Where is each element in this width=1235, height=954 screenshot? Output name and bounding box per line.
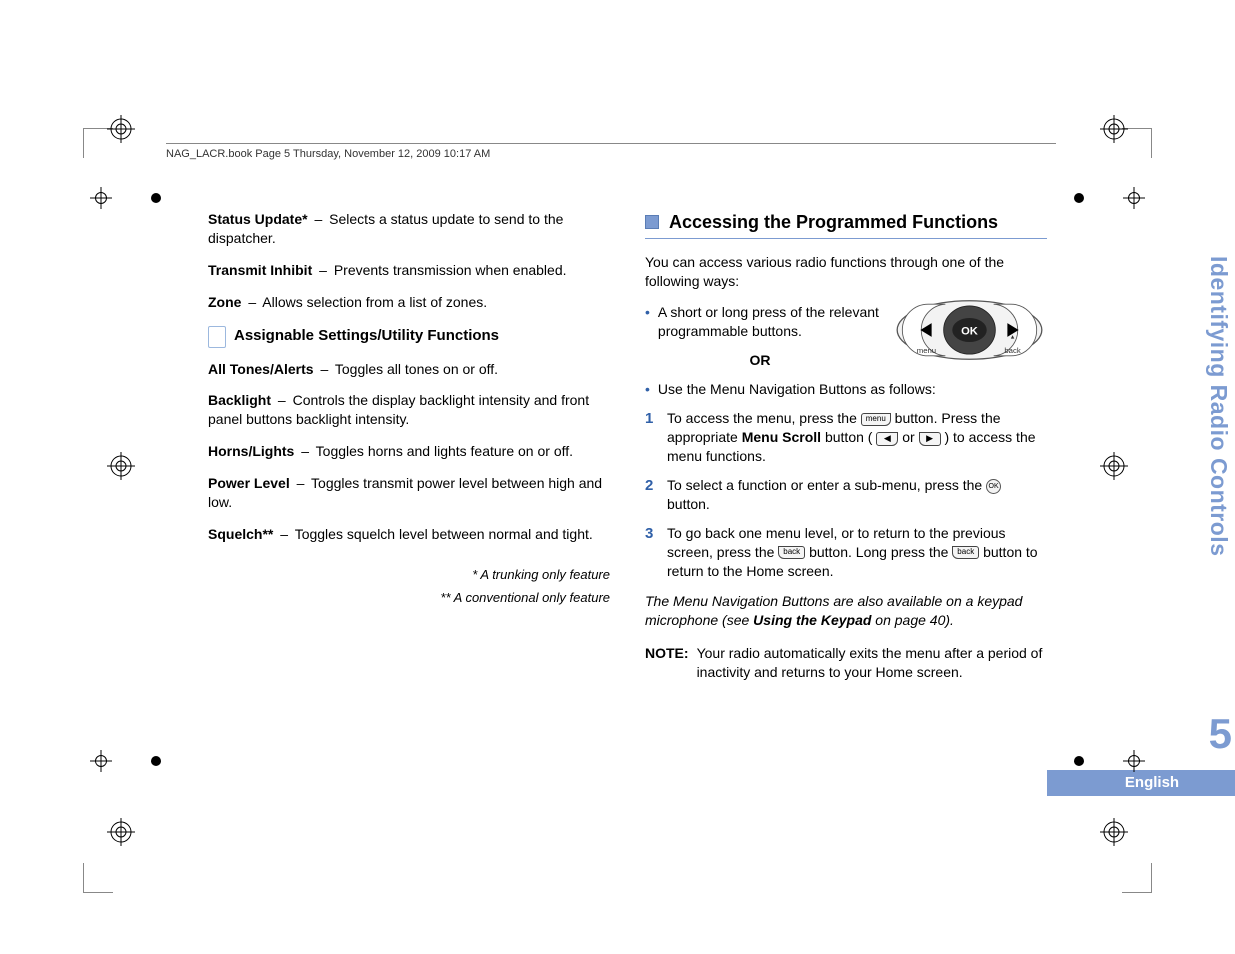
term: Zone: [208, 294, 241, 310]
back-button-icon: back: [778, 546, 805, 559]
section-heading: Accessing the Programmed Functions: [645, 210, 1047, 234]
bullet-dot-icon: •: [645, 303, 650, 341]
step-1: 1 To access the menu, press the menu but…: [645, 409, 1047, 466]
desc: Allows selection from a list of zones.: [262, 294, 487, 310]
registration-mark-icon: [107, 452, 135, 480]
footnote-2: ** A conventional only feature: [208, 589, 610, 607]
entry-backlight: Backlight – Controls the display backlig…: [208, 391, 610, 429]
entry-zone: Zone – Allows selection from a list of z…: [208, 293, 610, 312]
term: Power Level: [208, 475, 290, 491]
right-column: Accessing the Programmed Functions You c…: [645, 210, 1047, 682]
entry-power-level: Power Level – Toggles transmit power lev…: [208, 474, 610, 512]
language-tab: English: [1047, 770, 1235, 796]
auto-exit-note: NOTE: Your radio automatically exits the…: [645, 644, 1047, 682]
step-number: 2: [645, 476, 657, 514]
crop-corner-br: [1122, 863, 1152, 893]
term: Status Update*: [208, 211, 308, 227]
desc: Toggles horns and lights feature on or o…: [316, 443, 573, 459]
term: Transmit Inhibit: [208, 262, 312, 278]
keypad-note: The Menu Navigation Buttons are also ava…: [645, 592, 1047, 630]
crop-mark-icon: [90, 187, 112, 209]
note-label: NOTE:: [645, 644, 689, 682]
bullet-text: A short or long press of the relevant pr…: [658, 303, 885, 341]
print-dot-icon: [1074, 756, 1084, 766]
manual-page: NAG_LACR.book Page 5 Thursday, November …: [93, 70, 1142, 883]
print-dot-icon: [151, 193, 161, 203]
navigation-buttons-illustration: OK menu back: [892, 295, 1047, 370]
term: All Tones/Alerts: [208, 361, 314, 377]
term: Squelch**: [208, 526, 273, 542]
step-3: 3 To go back one menu level, or to retur…: [645, 524, 1047, 581]
desc: Toggles all tones on or off.: [335, 361, 498, 377]
bullet-short-press: • A short or long press of the relevant …: [645, 303, 885, 341]
registration-mark-icon: [1100, 452, 1128, 480]
registration-mark-icon: [1100, 818, 1128, 846]
entry-squelch: Squelch** – Toggles squelch level betwee…: [208, 525, 610, 544]
or-separator: OR: [645, 351, 875, 370]
term: Backlight: [208, 392, 271, 408]
entry-transmit-inhibit: Transmit Inhibit – Prevents transmission…: [208, 261, 610, 280]
section-icon: [208, 326, 226, 348]
step-text: To go back one menu level, or to return …: [667, 524, 1047, 581]
scroll-right-icon: ▶: [919, 432, 941, 446]
scroll-left-icon: ◀: [876, 432, 898, 446]
home-back-button-icon: back: [952, 546, 979, 559]
crop-mark-icon: [90, 750, 112, 772]
term: Horns/Lights: [208, 443, 294, 459]
footnotes: * A trunking only feature ** A conventio…: [208, 566, 610, 607]
svg-text:OK: OK: [961, 325, 978, 337]
print-dot-icon: [151, 756, 161, 766]
desc: Toggles squelch level between normal and…: [295, 526, 593, 542]
entry-all-tones: All Tones/Alerts – Toggles all tones on …: [208, 360, 610, 379]
registration-mark-icon: [107, 818, 135, 846]
subheading-assignable: Assignable Settings/Utility Functions: [208, 326, 610, 348]
left-column: Status Update* – Selects a status update…: [208, 210, 610, 682]
content-columns: Status Update* – Selects a status update…: [208, 210, 1048, 682]
step-text: To access the menu, press the menu butto…: [667, 409, 1047, 466]
menu-button-icon: menu: [861, 413, 891, 426]
registration-mark-icon: [1100, 115, 1128, 143]
bullet-menu-nav: • Use the Menu Navigation Buttons as fol…: [645, 380, 1047, 400]
crop-mark-icon: [1123, 750, 1145, 772]
step-2: 2 To select a function or enter a sub-me…: [645, 476, 1047, 514]
step-number: 3: [645, 524, 657, 581]
print-dot-icon: [1074, 193, 1084, 203]
heading-bullet-icon: [645, 215, 659, 229]
heading-rule: [645, 238, 1047, 239]
bullet-dot-icon: •: [645, 380, 650, 400]
heading-text: Accessing the Programmed Functions: [669, 210, 998, 234]
subheading-text: Assignable Settings/Utility Functions: [234, 326, 499, 346]
crop-corner-bl: [83, 863, 113, 893]
note-text: Your radio automatically exits the menu …: [697, 644, 1047, 682]
side-section-title: Identifying Radio Controls: [1192, 256, 1232, 606]
page-number: 5: [1209, 710, 1232, 758]
ok-button-icon: OK: [986, 479, 1001, 494]
footnote-1: * A trunking only feature: [208, 566, 610, 584]
svg-text:back: back: [1004, 346, 1020, 355]
crop-mark-icon: [1123, 187, 1145, 209]
entry-status-update: Status Update* – Selects a status update…: [208, 210, 610, 248]
step-number: 1: [645, 409, 657, 466]
desc: Prevents transmission when enabled.: [334, 262, 567, 278]
step-text: To select a function or enter a sub-menu…: [667, 476, 1047, 514]
svg-text:menu: menu: [917, 346, 936, 355]
entry-horns-lights: Horns/Lights – Toggles horns and lights …: [208, 442, 610, 461]
bullet-text: Use the Menu Navigation Buttons as follo…: [658, 380, 1047, 400]
registration-mark-icon: [107, 115, 135, 143]
intro-text: You can access various radio functions t…: [645, 253, 1047, 291]
book-header: NAG_LACR.book Page 5 Thursday, November …: [166, 143, 1056, 160]
